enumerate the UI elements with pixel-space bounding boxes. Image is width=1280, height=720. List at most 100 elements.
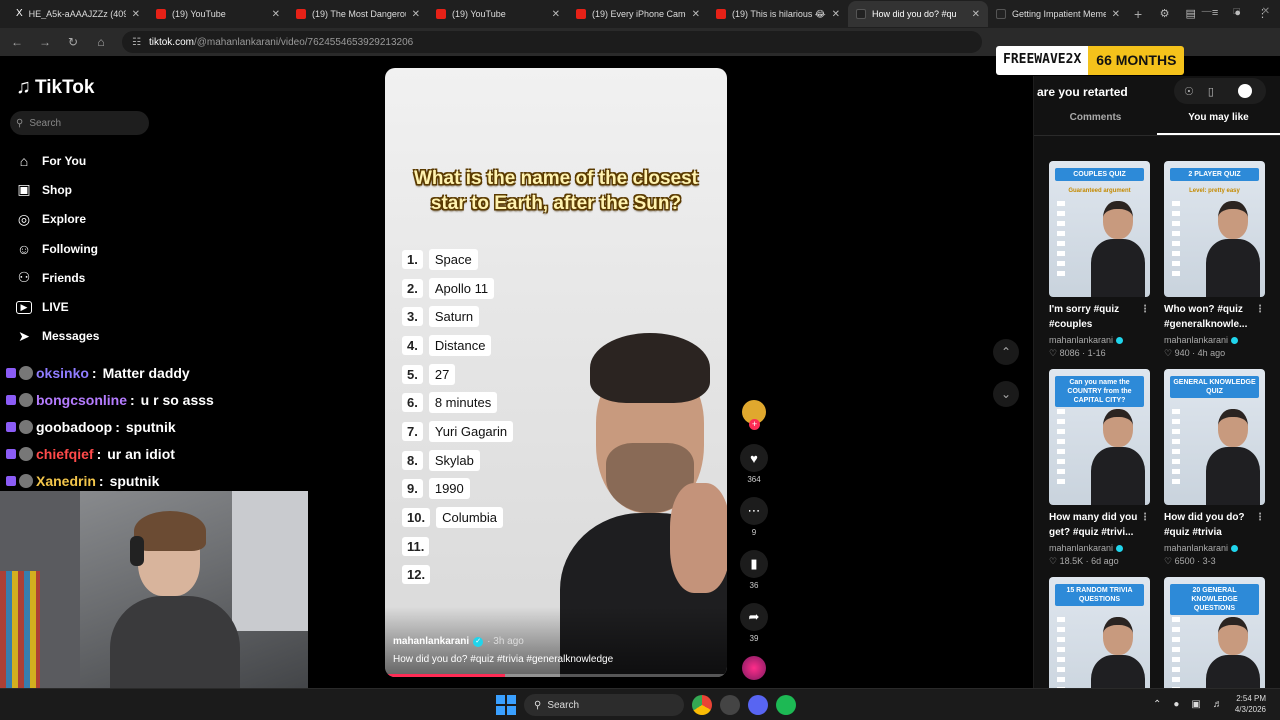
close-tab-icon[interactable]: ✕ [552,9,560,20]
video-card[interactable]: 2 PLAYER QUIZ Level: pretty easy Who won? … [1164,161,1265,359]
extension-icon[interactable]: ⚙ [1160,7,1170,20]
thumbnail-presenter [1206,409,1260,505]
comment-button[interactable]: ⋯ [740,497,768,525]
media-controls-icon[interactable]: ≡ [1212,7,1218,20]
more-options-icon[interactable]: ⋮ [1255,510,1265,525]
close-tab-icon[interactable]: ✕ [692,9,700,20]
save-button[interactable]: ▮ [740,550,768,578]
device-icon[interactable]: ▯ [1208,85,1214,98]
home-icon: ⌂ [19,152,29,169]
video-progress-bar[interactable] [385,674,727,677]
video-card[interactable]: GENERAL KNOWLEDGE QUIZ How did you do? #q… [1164,369,1265,567]
thumbnail-title: Can you name the COUNTRY from the CAPITA… [1055,376,1144,407]
video-author[interactable]: mahanlankarani [393,636,469,647]
answer-number: 10. [402,508,431,528]
creator-avatar[interactable]: + [742,400,766,430]
sidebar-item-shop[interactable]: ▣ Shop [16,175,216,204]
card-author[interactable]: mahanlankarani [1164,543,1228,553]
sidebar-item-friends[interactable]: ⚇ Friends [16,263,216,292]
video-thumbnail[interactable]: 2 PLAYER QUIZ Level: pretty easy [1164,161,1265,297]
browser-tab[interactable]: Getting Impatient Meme | ✕ [988,1,1128,27]
chat-badge-icon [19,446,33,461]
more-options-icon[interactable]: ⋮ [1140,302,1150,317]
thumbnail-answer-list [1057,201,1065,281]
video-player[interactable]: What is the name of the closest star to … [385,68,727,677]
browser-tab[interactable]: X HE_A5k-aAAAJZZz (4096… ✕ [8,1,148,27]
answer-item: 10. Columbia [402,503,513,532]
clock[interactable]: 2:54 PM 4/3/2026 [1235,693,1266,715]
home-icon[interactable]: ⌂ [94,35,108,49]
volume-icon[interactable]: ♬ [1213,699,1223,710]
new-tab-icon[interactable]: + [1134,6,1142,22]
chevron-down-icon: ⌄ [1000,387,1012,401]
network-icon[interactable]: ▣ [1191,699,1200,710]
site-info-icon[interactable]: ☷ [132,37,141,48]
tab-title: HE_A5k-aAAAJZZz (4096… [28,9,126,19]
theme-toggle[interactable] [1237,84,1252,98]
spotify-icon[interactable] [776,695,796,715]
previous-video-button[interactable]: ⌃ [993,339,1019,365]
browser-tab[interactable]: How did you do? #qu ✕ [848,1,988,27]
close-tab-icon[interactable]: ✕ [412,9,420,20]
close-tab-icon[interactable]: ✕ [1112,9,1120,20]
close-tab-icon[interactable]: ✕ [832,9,840,20]
next-video-button[interactable]: ⌄ [993,381,1019,407]
tab-comments[interactable]: Comments [1034,112,1157,135]
tab-you-may-like[interactable]: You may like [1157,112,1280,135]
thumbnail-presenter [1091,409,1145,505]
tray-chevron-icon[interactable]: ⌃ [1153,699,1161,710]
sidebar-item-explore[interactable]: ◎ Explore [16,205,216,234]
chrome-icon[interactable] [692,695,712,715]
chat-badge-icon [19,393,33,408]
chat-text: Matter daddy [102,365,190,382]
sidebar-toggle-icon[interactable]: ▤ [1186,7,1196,20]
music-disc-icon[interactable] [742,656,766,680]
share-button[interactable]: ➦ [740,603,768,631]
microphone-icon[interactable]: ● [1173,699,1179,710]
logo-text: TikTok [35,76,95,98]
profile-icon[interactable]: ● [1234,7,1241,20]
browser-tab[interactable]: (19) This is hilarious 😂😂 ✕ [708,1,848,27]
chat-message: bongcsonline: u r so asss [6,387,306,414]
youtube-icon [296,9,306,19]
more-options-icon[interactable]: ⋮ [1255,302,1265,317]
windows-taskbar: ⚲ Search ⌃ ● ▣ ♬ 2:54 PM 4/3/2026 [0,688,1280,720]
discord-icon[interactable] [748,695,768,715]
browser-tab[interactable]: (19) Every iPhone Camera ✕ [568,1,708,27]
explore-icon[interactable]: ☉ [1184,85,1194,98]
taskbar-search[interactable]: ⚲ Search [524,694,684,716]
close-tab-icon[interactable]: ✕ [132,9,140,20]
browser-tab[interactable]: (19) The Most Dangerous ✕ [288,1,428,27]
back-icon[interactable]: ← [10,35,24,49]
video-card[interactable]: Can you name the COUNTRY from the CAPITA… [1049,369,1150,567]
start-icon[interactable] [496,695,516,715]
reload-icon[interactable]: ↻ [66,35,80,49]
browser-tab[interactable]: (19) YouTube ✕ [428,1,568,27]
sidebar-item-messages[interactable]: ➤ Messages [16,322,216,351]
video-thumbnail[interactable]: COUPLES QUIZ Guaranteed argument [1049,161,1150,297]
more-options-icon[interactable]: ⋮ [1140,510,1150,525]
like-button[interactable]: ♥ [740,444,768,472]
card-author[interactable]: mahanlankarani [1049,543,1113,553]
close-tab-icon[interactable]: ✕ [272,9,280,20]
video-card[interactable]: COUPLES QUIZ Guaranteed argument I'm sorry… [1049,161,1150,359]
follow-plus-icon[interactable]: + [749,419,760,430]
url-input[interactable]: ☷ tiktok.com /@mahanlankarani/video/7624… [122,31,982,53]
browser-tab[interactable]: (19) YouTube ✕ [148,1,288,27]
sidebar-item-for-you[interactable]: ⌂ For You [16,146,216,175]
video-thumbnail[interactable]: GENERAL KNOWLEDGE QUIZ [1164,369,1265,505]
card-author[interactable]: mahanlankarani [1049,335,1113,345]
tiktok-icon [856,9,866,19]
sidebar-item-live[interactable]: ▶ LIVE [16,292,216,321]
menu-icon[interactable]: ⋮ [1257,7,1268,20]
sidebar-item-following[interactable]: ☺ Following [16,234,216,263]
video-thumbnail[interactable]: Can you name the COUNTRY from the CAPITA… [1049,369,1150,505]
app-icon[interactable] [720,695,740,715]
search-input[interactable]: ⚲ Search [10,111,149,135]
card-caption: How many did you get? #quiz #trivi... [1049,512,1138,538]
forward-icon[interactable]: → [38,35,52,49]
close-tab-icon[interactable]: ✕ [972,9,980,20]
tiktok-logo[interactable]: ♫ TikTok [16,76,94,99]
system-tray: ⌃ ● ▣ ♬ 2:54 PM 4/3/2026 [1153,693,1266,715]
card-author[interactable]: mahanlankarani [1164,335,1228,345]
